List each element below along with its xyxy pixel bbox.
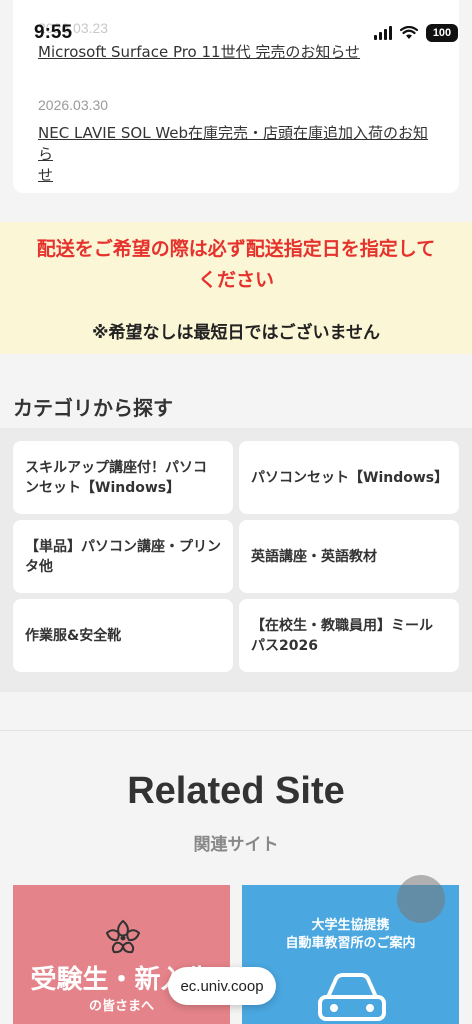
notice-main-text: 配送をご希望の際は必ず配送指定日を指定して ください [0,234,472,296]
shipping-notice-banner: 配送をご希望の際は必ず配送指定日を指定して ください ※希望なしは最短日ではござ… [0,222,472,354]
category-label: パス2026 [251,637,318,654]
category-label: スキルアップ講座付！パソコ [25,459,207,476]
news-title-line: NEC LAVIE SOL Web在庫完売・店頭在庫追加入荷のお知ら [38,124,429,163]
category-panel: スキルアップ講座付！パソコ ンセット【Windows】 パソコンセット【Windo… [0,428,472,692]
news-date: 2026.03.30 [38,97,109,113]
section-divider [0,730,472,731]
news-item[interactable]: 2026.03.30 NEC LAVIE SOL Web在庫完売・店頭在庫追加入… [38,97,438,186]
scroll-to-top-button[interactable] [397,875,445,923]
notice-sub-text: ※希望なしは最短日ではございません [91,323,381,343]
cellular-signal-icon [374,26,392,40]
category-grid: スキルアップ講座付！パソコ ンセット【Windows】 パソコンセット【Windo… [13,441,459,672]
status-bar: 9:55 100 [0,0,472,52]
banner-driving-school-text: 大学生協提携 自動車教習所のご案内 [242,917,459,953]
category-card-english[interactable]: 英語講座・英語教材 [239,520,459,593]
category-card-skillup-pc-set[interactable]: スキルアップ講座付！パソコ ンセット【Windows】 [13,441,233,514]
category-card-pc-course-printer[interactable]: 【単品】パソコン講座・プリン タ他 [13,520,233,593]
status-time: 9:55 [34,22,73,43]
news-title-link[interactable]: NEC LAVIE SOL Web在庫完売・店頭在庫追加入荷のお知ら せ [38,123,438,186]
category-label: ンセット【Windows】 [25,479,181,496]
notice-main-line: 配送をご希望の際は必ず配送指定日を指定して [36,238,436,260]
notice-main-line: ください [197,269,274,291]
browser-url-bar[interactable]: ec.univ.coop [168,967,276,1005]
category-label: 【在校生・教職員用】ミール [251,617,433,634]
status-icons: 100 [374,24,458,42]
news-title-line: せ [38,166,54,184]
related-site-subtitle: 関連サイト [193,835,279,855]
battery-icon: 100 [426,24,458,42]
category-card-pc-set[interactable]: パソコンセット【Windows】 [239,441,459,514]
category-label: パソコンセット【Windows】 [251,469,449,486]
banner-text-line: 自動車教習所のご案内 [285,936,416,951]
cherry-blossom-icon [105,919,141,954]
wifi-icon [400,26,418,39]
category-label: 作業服&安全靴 [25,627,122,644]
category-label: 英語講座・英語教材 [251,548,377,565]
related-site-title: Related Site [127,770,345,812]
category-label: タ他 [25,558,53,575]
car-icon [318,973,386,1021]
category-label: 【単品】パソコン講座・プリン [25,538,221,555]
category-card-meal-pass[interactable]: 【在校生・教職員用】ミール パス2026 [239,599,459,672]
category-card-workwear[interactable]: 作業服&安全靴 [13,599,233,672]
category-section-title: カテゴリから探す [13,396,173,420]
